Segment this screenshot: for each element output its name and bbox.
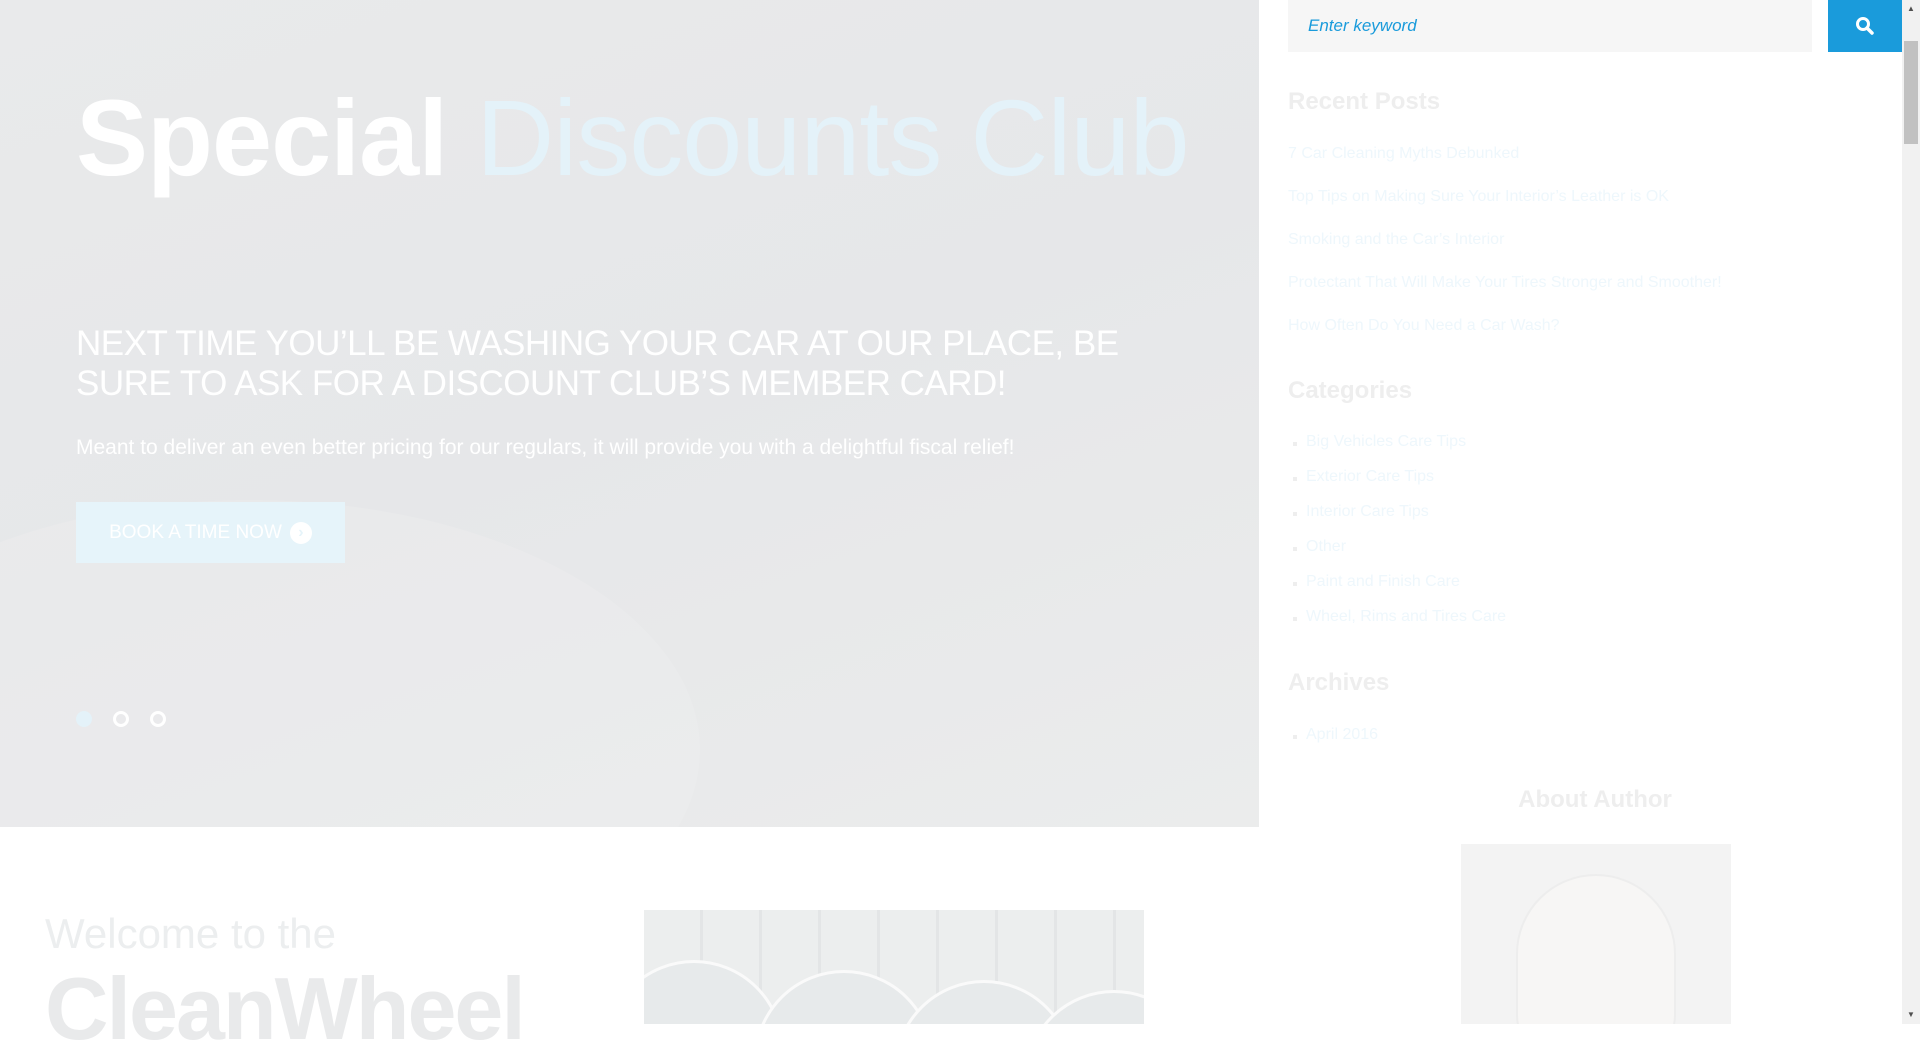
search-button[interactable]	[1828, 0, 1902, 52]
scroll-down-icon[interactable]: ▼	[1907, 1010, 1915, 1019]
bullet	[1293, 582, 1297, 586]
archive-link[interactable]: April 2016	[1306, 726, 1378, 744]
bullet	[1293, 512, 1297, 516]
car-shape	[894, 980, 1074, 1024]
slide-dot-1[interactable]	[76, 711, 92, 727]
title-light: Discounts Club	[476, 77, 1189, 198]
title-bold: Special	[76, 77, 448, 198]
search-icon	[1856, 17, 1874, 35]
category-link[interactable]: Interior Care Tips	[1306, 503, 1429, 521]
category-link[interactable]: Paint and Finish Care	[1306, 573, 1460, 591]
book-time-button[interactable]: BOOK A TIME NOW ›	[76, 502, 345, 563]
recent-post-link[interactable]: Protectant That Will Make Your Tires Str…	[1288, 274, 1722, 292]
book-button-label: BOOK A TIME NOW	[109, 521, 282, 543]
category-link[interactable]: Other	[1306, 538, 1346, 556]
category-link[interactable]: Exterior Care Tips	[1306, 468, 1434, 486]
category-link[interactable]: Big Vehicles Care Tips	[1306, 433, 1466, 451]
recent-post-link[interactable]: Top Tips on Making Sure Your Interior’s …	[1288, 188, 1669, 206]
scrollbar[interactable]: ▲ ▼	[1902, 0, 1920, 1024]
bullet	[1293, 477, 1297, 481]
hero-subtitle: Next time you’ll be washing your car at …	[76, 324, 1119, 403]
bullet	[1293, 442, 1297, 446]
recent-post-link[interactable]: Smoking and the Car’s Interior	[1288, 231, 1504, 249]
hero-slider: Special Discounts Club Next time you’ll …	[0, 0, 1259, 827]
author-face	[1516, 874, 1676, 1024]
recent-post-link[interactable]: 7 Car Cleaning Myths Debunked	[1288, 145, 1519, 163]
archives-heading: Archives	[1288, 669, 1390, 696]
bullet	[1293, 617, 1297, 621]
welcome-heading: Welcome to the	[45, 910, 337, 957]
slide-dot-3[interactable]	[150, 711, 166, 727]
slider-dots	[76, 711, 166, 727]
car-shape	[754, 970, 934, 1024]
bullet	[1293, 547, 1297, 551]
author-photo	[1461, 844, 1731, 1024]
scrollbar-thumb[interactable]	[1904, 41, 1918, 144]
car-shape	[644, 960, 784, 1024]
slide-dot-2[interactable]	[113, 711, 129, 727]
hero-title: Special Discounts Club	[76, 77, 1190, 198]
hero-paragraph: Meant to deliver an even better pricing …	[76, 436, 1015, 459]
about-author-heading: About Author	[1518, 786, 1672, 813]
categories-heading: Categories	[1288, 377, 1413, 404]
recent-post-link[interactable]: How Often Do You Need a Car Wash?	[1288, 317, 1560, 335]
scroll-up-icon[interactable]: ▲	[1907, 4, 1915, 13]
recent-posts-heading: Recent Posts	[1288, 88, 1441, 115]
bullet	[1293, 735, 1297, 739]
search-input[interactable]	[1288, 0, 1812, 52]
chevron-circle-right-icon: ›	[289, 521, 312, 544]
category-link[interactable]: Wheel, Rims and Tires Care	[1306, 608, 1506, 626]
brand-heading: CleanWheel	[45, 959, 526, 1058]
cars-image	[644, 910, 1144, 1024]
